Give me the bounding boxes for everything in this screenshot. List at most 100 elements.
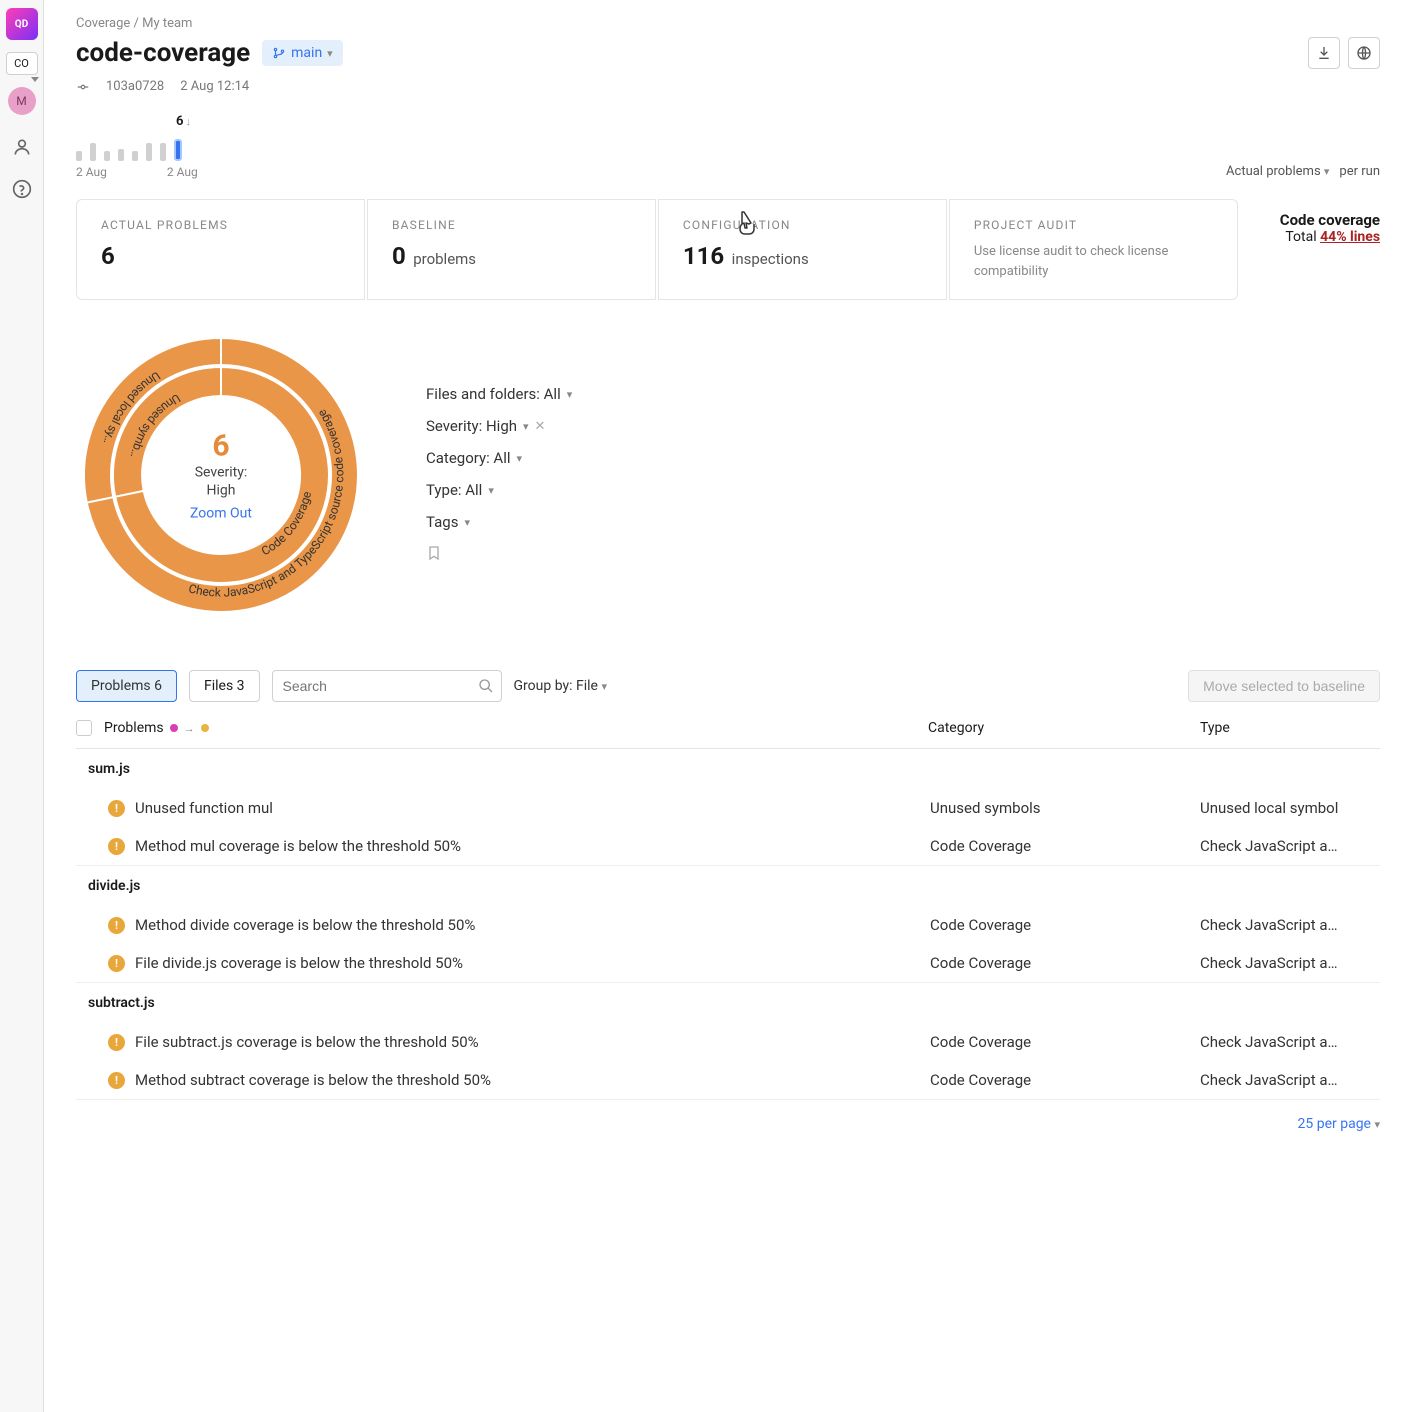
warning-icon: ! [108, 838, 125, 855]
file-group: sum.js!Unused function mulUnused symbols… [76, 749, 1380, 866]
timeline: 6↓ 2 Aug 2 Aug [76, 114, 198, 179]
warning-icon: ! [108, 955, 125, 972]
filter-severity[interactable]: Severity: High ▾ ✕ [426, 417, 572, 435]
card-sub: inspections [732, 250, 809, 268]
timeline-bar[interactable] [118, 149, 124, 161]
problem-desc: Method divide coverage is below the thre… [135, 916, 920, 934]
problem-desc: File subtract.js coverage is below the t… [135, 1033, 920, 1051]
file-header[interactable]: subtract.js [76, 983, 1380, 1023]
chevron-down-icon: ▾ [464, 516, 470, 529]
problem-row[interactable]: ! File divide.js coverage is below the th… [76, 944, 1380, 982]
arrow-down-icon: ↓ [185, 115, 191, 128]
card-sub: problems [413, 250, 476, 268]
help-icon[interactable] [12, 179, 32, 199]
pager[interactable]: 25 per page ▾ [76, 1116, 1380, 1132]
problem-category: Unused symbols [930, 799, 1190, 817]
branch-icon [272, 46, 286, 60]
sunburst-chart[interactable]: Unused local sy… Check JavaScript and Ty… [76, 330, 366, 620]
card-actual-problems[interactable]: ACTUAL PROBLEMS 6 [76, 199, 365, 300]
user-icon[interactable] [12, 137, 32, 157]
sunburst-sev-label: Severity: [195, 464, 248, 480]
problem-desc: Method subtract coverage is below the th… [135, 1071, 920, 1089]
warning-icon: ! [108, 1072, 125, 1089]
share-button[interactable] [1348, 37, 1380, 69]
card-configuration[interactable]: CONFIGURATION 116 inspections [658, 199, 947, 300]
timeline-label: 2 Aug [167, 165, 198, 179]
column-header-problems[interactable]: Problems → [104, 720, 916, 736]
timeline-label: 2 Aug [76, 165, 107, 179]
card-label: ACTUAL PROBLEMS [101, 218, 340, 232]
card-value: 116 [683, 242, 724, 270]
commit-hash[interactable]: 103a0728 [106, 79, 164, 94]
problem-desc: File divide.js coverage is below the thr… [135, 954, 920, 972]
problem-row[interactable]: !Unused function mulUnused symbolsUnused… [76, 789, 1380, 827]
download-icon [1316, 45, 1332, 61]
tab-files[interactable]: Files 3 [189, 670, 260, 702]
branch-label: main [291, 45, 322, 61]
problem-row[interactable]: ! Method divide coverage is below the thr… [76, 906, 1380, 944]
chevron-down-icon: ▾ [517, 452, 523, 465]
coverage-total-label: Total [1285, 229, 1316, 245]
problem-category: Code Coverage [930, 1071, 1190, 1089]
select-all-checkbox[interactable] [76, 720, 92, 736]
file-header[interactable]: divide.js [76, 866, 1380, 906]
problem-row[interactable]: ! Method subtract coverage is below the t… [76, 1061, 1380, 1099]
filters: Files and folders: All ▾ Severity: High … [426, 385, 572, 565]
card-label: BASELINE [392, 218, 631, 232]
problem-type: Check JavaScript a… [1200, 954, 1380, 972]
filter-type[interactable]: Type: All ▾ [426, 481, 572, 499]
tab-problems[interactable]: Problems 6 [76, 670, 177, 702]
chevron-down-icon: ▾ [523, 420, 529, 433]
card-value: 6 [101, 242, 115, 270]
problem-type: Check JavaScript a… [1200, 1033, 1380, 1051]
card-project-audit[interactable]: PROJECT AUDIT Use license audit to check… [949, 199, 1238, 300]
warning-icon: ! [108, 917, 125, 934]
problem-category: Code Coverage [930, 954, 1190, 972]
timeline-bar[interactable] [76, 151, 82, 161]
filter-tags[interactable]: Tags ▾ [426, 513, 572, 531]
coverage-title: Code coverage [1280, 211, 1380, 229]
bookmark-icon[interactable] [426, 545, 572, 565]
move-to-baseline-button[interactable]: Move selected to baseline [1188, 670, 1380, 702]
chevron-down-icon: ▾ [567, 388, 573, 401]
file-header[interactable]: sum.js [76, 749, 1380, 789]
timeline-bar[interactable] [160, 143, 166, 161]
timeline-bar[interactable] [90, 143, 96, 161]
problem-row[interactable]: !File subtract.js coverage is below the … [76, 1023, 1380, 1061]
problem-row[interactable]: !Method mul coverage is below the thresh… [76, 827, 1380, 865]
card-label: CONFIGURATION [683, 218, 922, 232]
timeline-bar-active[interactable] [174, 139, 182, 161]
card-baseline[interactable]: BASELINE 0 problems [367, 199, 656, 300]
timeline-bar[interactable] [146, 143, 152, 161]
code-coverage-summary: Code coverage Total 44% lines [1240, 199, 1380, 300]
branch-selector[interactable]: main ▾ [262, 40, 343, 66]
timeline-bar[interactable] [104, 151, 110, 161]
timeline-count: 6 [176, 114, 183, 129]
file-group: divide.js! Method divide coverage is belo… [76, 866, 1380, 983]
column-header-type[interactable]: Type [1200, 720, 1380, 736]
per-run-label: per run [1339, 164, 1380, 179]
timeline-bars[interactable] [76, 133, 198, 161]
file-group: subtract.js!File subtract.js coverage is… [76, 983, 1380, 1100]
avatar[interactable]: M [8, 87, 36, 115]
severity-dot-low [201, 724, 209, 732]
zoom-out-button[interactable]: Zoom Out [190, 506, 252, 522]
problem-type: Check JavaScript a… [1200, 916, 1380, 934]
coverage-link[interactable]: 44% lines [1320, 229, 1380, 245]
qodana-logo[interactable]: QD [6, 8, 38, 40]
breadcrumb[interactable]: Coverage / My team [76, 16, 1380, 31]
problem-type: Check JavaScript a… [1200, 1071, 1380, 1089]
filter-files[interactable]: Files and folders: All ▾ [426, 385, 572, 403]
arrow-right-icon: → [184, 722, 195, 735]
problem-category: Code Coverage [930, 837, 1190, 855]
warning-icon: ! [108, 800, 125, 817]
column-header-category[interactable]: Category [928, 720, 1188, 736]
download-button[interactable] [1308, 37, 1340, 69]
group-by-selector[interactable]: Group by: File ▾ [514, 678, 607, 694]
filter-category[interactable]: Category: All ▾ [426, 449, 572, 467]
clear-filter-icon[interactable]: ✕ [535, 419, 546, 434]
problems-mode-toggle[interactable]: Actual problems ▾ [1226, 164, 1329, 179]
search-input[interactable] [272, 670, 502, 702]
timeline-bar[interactable] [132, 151, 138, 161]
project-badge[interactable]: CO [6, 52, 38, 75]
